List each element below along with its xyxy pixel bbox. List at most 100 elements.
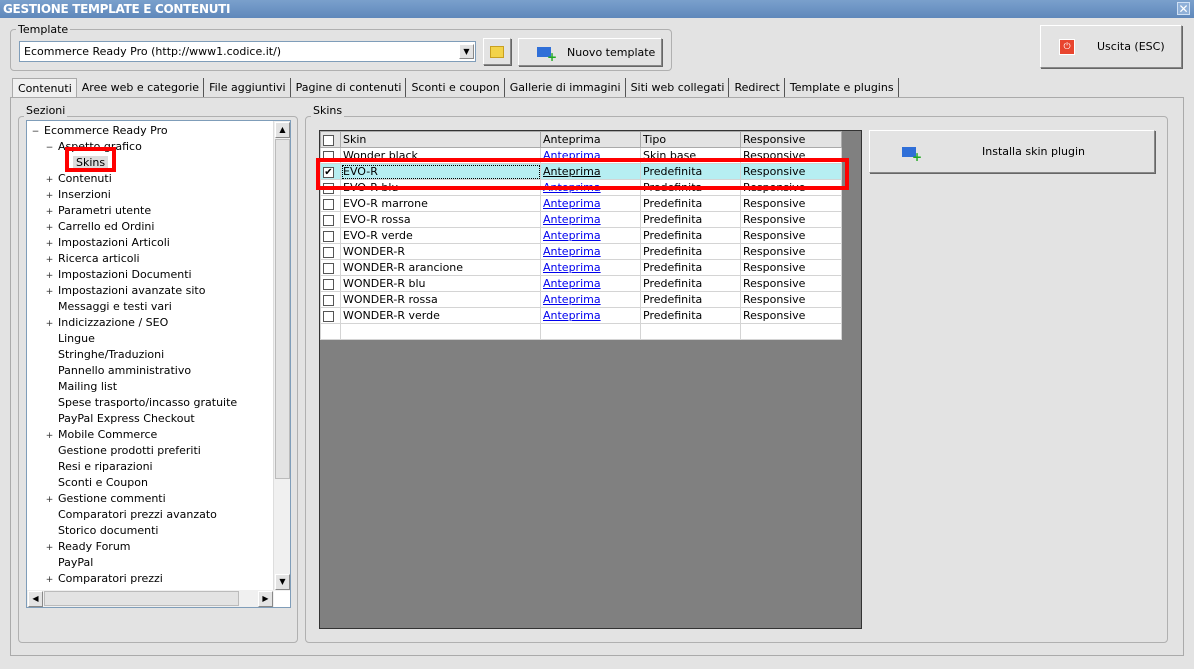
expand-icon[interactable]: + — [45, 544, 54, 553]
col-preview[interactable]: Anteprima — [540, 131, 641, 148]
skin-responsive: Responsive — [740, 195, 842, 212]
tree-item[interactable]: + Ricerca articoli — [45, 251, 140, 267]
row-checkbox[interactable] — [323, 230, 334, 242]
tree-item[interactable]: Resi e riparazioni — [45, 459, 153, 475]
tree-item[interactable]: PayPal — [45, 555, 93, 571]
tree-item[interactable]: + Contenuti — [45, 171, 112, 187]
scroll-thumb[interactable] — [275, 139, 290, 479]
expand-icon[interactable]: + — [45, 432, 54, 441]
preview-link[interactable]: Anteprima — [543, 261, 601, 274]
expand-icon[interactable]: + — [45, 288, 54, 297]
table-row[interactable]: EVO-R verde Anteprima Predefinita Responsiv… — [320, 227, 842, 244]
preview-link[interactable]: Anteprima — [543, 293, 601, 306]
row-checkbox[interactable] — [323, 262, 334, 274]
tree-item[interactable]: Sconti e Coupon — [45, 475, 148, 491]
tab-redirect[interactable]: Redirect — [729, 78, 785, 97]
tree-item[interactable]: Spese trasporto/incasso gratuite — [45, 395, 237, 411]
h-scroll-thumb[interactable] — [44, 591, 239, 606]
row-checkbox[interactable] — [323, 246, 334, 258]
row-checkbox[interactable] — [323, 214, 334, 226]
table-row[interactable]: WONDER-R blu Anteprima Predefinita Responsi… — [320, 275, 842, 292]
tab-pagine-di-contenuti[interactable]: Pagine di contenuti — [290, 78, 407, 97]
tab-sconti-e-coupon[interactable]: Sconti e coupon — [406, 78, 505, 97]
tree-item[interactable]: Lingue — [45, 331, 95, 347]
table-row[interactable]: WONDER-R verde Anteprima Predefinita Respon… — [320, 307, 842, 324]
preview-link[interactable]: Anteprima — [543, 197, 601, 210]
sections-tree[interactable]: − Ecommerce Ready Pro − Aspetto grafico Ski… — [26, 120, 291, 608]
preview-link[interactable]: Anteprima — [543, 309, 601, 322]
tab-gallerie-di-immagini[interactable]: Gallerie di immagini — [504, 78, 626, 97]
tree-item[interactable]: Pannello amministrativo — [45, 363, 191, 379]
tree-horizontal-scrollbar[interactable]: ◀ ▶ — [27, 590, 274, 607]
tree-item[interactable]: + Parametri utente — [45, 203, 151, 219]
tree-item[interactable]: + Indicizzazione / SEO — [45, 315, 169, 331]
tree-item[interactable]: + Impostazioni Articoli — [45, 235, 170, 251]
tab-contenuti[interactable]: Contenuti — [12, 78, 77, 97]
expand-icon[interactable]: + — [45, 256, 54, 265]
preview-link[interactable]: Anteprima — [543, 277, 601, 290]
preview-link[interactable]: Anteprima — [543, 229, 601, 242]
table-row[interactable]: WONDER-R Anteprima Predefinita Responsive — [320, 243, 842, 260]
table-row[interactable]: WONDER-R rossa Anteprima Predefinita Respon… — [320, 291, 842, 308]
col-type[interactable]: Tipo — [640, 131, 741, 148]
row-checkbox[interactable] — [323, 198, 334, 210]
tab-aree-web-e-categorie[interactable]: Aree web e categorie — [76, 78, 205, 97]
close-icon[interactable]: ✕ — [1177, 2, 1190, 16]
expand-icon[interactable]: + — [45, 272, 54, 281]
preview-link[interactable]: Anteprima — [543, 245, 601, 258]
install-skin-plugin-button[interactable]: + Installa skin plugin — [869, 130, 1155, 173]
table-row[interactable]: WONDER-R arancione Anteprima Predefinita Re… — [320, 259, 842, 276]
skin-responsive: Responsive — [740, 291, 842, 308]
scroll-up-icon[interactable]: ▲ — [275, 122, 290, 138]
tree-item[interactable]: PayPal Express Checkout — [45, 411, 195, 427]
tab-file-aggiuntivi[interactable]: File aggiuntivi — [204, 78, 291, 97]
new-row[interactable] — [320, 323, 842, 340]
select-all-checkbox[interactable] — [323, 134, 334, 146]
tree-item[interactable]: Stringhe/Traduzioni — [45, 347, 164, 363]
tree-item[interactable]: + Carrello ed Ordini — [45, 219, 155, 235]
expand-icon[interactable]: + — [45, 240, 54, 249]
tree-item[interactable]: Gestione prodotti preferiti — [45, 443, 201, 459]
tree-item[interactable]: + Impostazioni avanzate sito — [45, 283, 206, 299]
tree-item[interactable]: Comparatori prezzi avanzato — [45, 507, 217, 523]
open-folder-button[interactable] — [483, 38, 511, 65]
expand-icon[interactable]: + — [45, 224, 54, 233]
tree-item[interactable]: + Ready Forum — [45, 539, 131, 555]
skin-type: Predefinita — [640, 211, 741, 228]
col-responsive[interactable]: Responsive — [740, 131, 842, 148]
collapse-icon[interactable]: − — [45, 144, 54, 153]
expand-icon[interactable]: + — [45, 320, 54, 329]
exit-button[interactable]: ⏻ Uscita (ESC) — [1040, 25, 1182, 68]
new-template-button[interactable]: + Nuovo template — [518, 38, 662, 66]
tree-item[interactable]: Messaggi e testi vari — [45, 299, 172, 315]
tab-siti-web-collegati[interactable]: Siti web collegati — [625, 78, 730, 97]
tab-template-e-plugins[interactable]: Template e plugins — [784, 78, 899, 97]
expand-icon[interactable]: + — [45, 576, 54, 585]
tree-item[interactable]: + Mobile Commerce — [45, 427, 158, 443]
expand-icon[interactable]: + — [45, 208, 54, 217]
tree-item[interactable]: + Inserzioni — [45, 187, 111, 203]
row-checkbox[interactable] — [323, 294, 334, 306]
tree-root[interactable]: − Ecommerce Ready Pro — [31, 123, 168, 139]
scroll-left-icon[interactable]: ◀ — [28, 591, 43, 607]
row-checkbox[interactable] — [323, 310, 334, 322]
tree-item[interactable]: Storico documenti — [45, 523, 158, 539]
tree-vertical-scrollbar[interactable]: ▲ ▼ — [273, 121, 290, 591]
chevron-down-icon[interactable]: ▼ — [459, 44, 474, 59]
tree-item[interactable]: + Comparatori prezzi — [45, 571, 163, 587]
expand-icon[interactable]: + — [45, 192, 54, 201]
expand-icon[interactable]: + — [45, 176, 54, 185]
tree-item[interactable]: Mailing list — [45, 379, 117, 395]
expand-icon[interactable]: + — [45, 496, 54, 505]
preview-link[interactable]: Anteprima — [543, 213, 601, 226]
tree-item[interactable]: + Gestione commenti — [45, 491, 166, 507]
scroll-down-icon[interactable]: ▼ — [275, 574, 290, 590]
table-row[interactable]: EVO-R marrone Anteprima Predefinita Respons… — [320, 195, 842, 212]
col-skin[interactable]: Skin — [340, 131, 541, 148]
template-select[interactable]: Ecommerce Ready Pro (http://www1.codice.… — [19, 41, 476, 62]
scroll-right-icon[interactable]: ▶ — [258, 591, 273, 607]
table-row[interactable]: EVO-R rossa Anteprima Predefinita Responsiv… — [320, 211, 842, 228]
row-checkbox[interactable] — [323, 278, 334, 290]
tree-item[interactable]: + Impostazioni Documenti — [45, 267, 192, 283]
collapse-icon[interactable]: − — [31, 128, 40, 137]
